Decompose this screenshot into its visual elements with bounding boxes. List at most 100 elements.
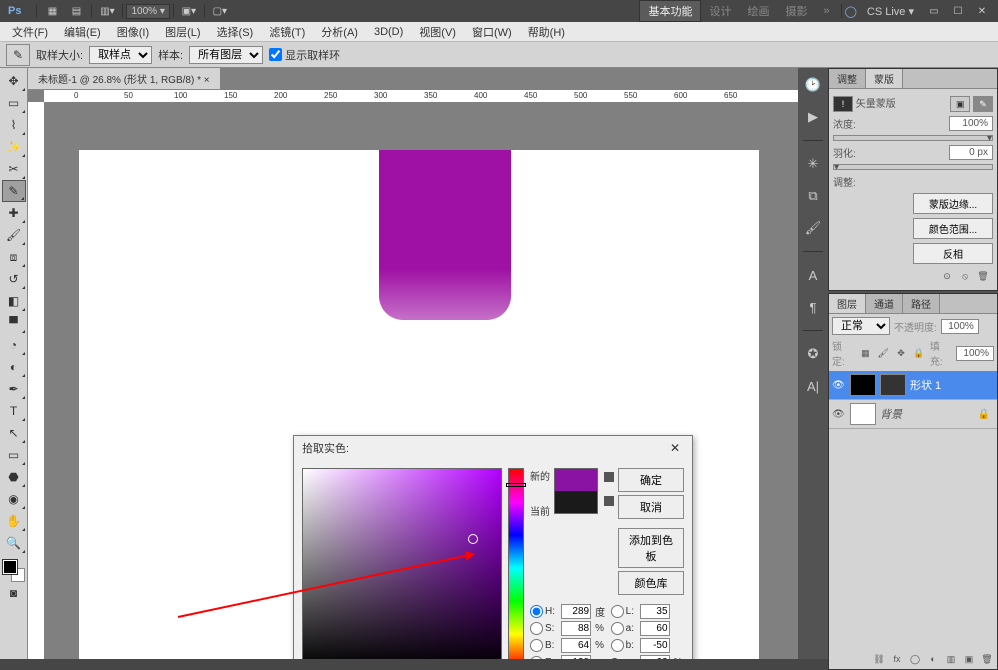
stamp-tool[interactable]: ⧈ xyxy=(2,246,26,268)
tab-adjust[interactable]: 调整 xyxy=(829,69,866,88)
3d-tool[interactable]: ⬣ xyxy=(2,466,26,488)
invert-button[interactable]: 反相 xyxy=(913,243,993,264)
layer-name-shape1[interactable]: 形状 1 xyxy=(910,377,941,393)
mask-icon[interactable]: ◯ xyxy=(908,652,922,666)
brushpreset-icon[interactable]: 🖌 xyxy=(802,217,824,239)
dodge-tool[interactable]: ◐ xyxy=(2,356,26,378)
zoom-dropdown[interactable]: 100% ▾ xyxy=(126,4,169,19)
add-swatch-button[interactable]: 添加到色板 xyxy=(618,528,684,568)
layer-row-shape1[interactable]: 👁 形状 1 xyxy=(829,371,997,400)
picker-titlebar[interactable]: 拾取实色: ✕ xyxy=(294,436,692,460)
3d-camera-tool[interactable]: ◉ xyxy=(2,488,26,510)
crop-tool[interactable]: ✂ xyxy=(2,158,26,180)
sample-from-select[interactable]: 所有图层 xyxy=(189,46,263,64)
cancel-button[interactable]: 取消 xyxy=(618,495,684,519)
tab-channels[interactable]: 通道 xyxy=(866,294,903,313)
blab-input[interactable] xyxy=(640,638,670,653)
link-icon[interactable]: ⛓ xyxy=(872,652,886,666)
l-radio[interactable]: L: xyxy=(611,605,636,618)
workspace-design-button[interactable]: 设计 xyxy=(701,1,739,21)
workspace-paint-button[interactable]: 绘画 xyxy=(739,1,777,21)
gradient-tool[interactable]: ▀ xyxy=(2,312,26,334)
saturation-field[interactable] xyxy=(302,468,502,659)
eraser-tool[interactable]: ◧ xyxy=(2,290,26,312)
s-radio[interactable]: S: xyxy=(530,622,557,635)
warn-icon-1[interactable] xyxy=(604,472,614,482)
view-extras-icon[interactable]: ▥▾ xyxy=(97,2,117,20)
window-max-icon[interactable]: ☐ xyxy=(948,2,968,20)
quickmask-tool[interactable]: ◙ xyxy=(2,582,26,604)
heal-tool[interactable]: ✚ xyxy=(2,202,26,224)
arrange-icon[interactable]: ▣▾ xyxy=(179,2,199,20)
cslive-dropdown[interactable]: CS Live ▾ xyxy=(859,3,922,20)
menu-view[interactable]: 视图(V) xyxy=(411,22,464,42)
show-ring-input[interactable] xyxy=(269,48,282,61)
feather-slider[interactable]: ▾ xyxy=(833,164,993,170)
hue-slider[interactable] xyxy=(508,468,524,659)
foreground-color-swatch[interactable] xyxy=(3,560,17,574)
warn-icon-2[interactable] xyxy=(604,496,614,506)
menu-layer[interactable]: 图层(L) xyxy=(157,22,208,42)
path-select-tool[interactable]: ↖ xyxy=(2,422,26,444)
layer-thumb-bg[interactable] xyxy=(850,403,876,425)
s-input[interactable] xyxy=(561,621,591,636)
color-range-button[interactable]: 颜色范围... xyxy=(913,218,993,239)
ok-button[interactable]: 确定 xyxy=(618,468,684,492)
lasso-tool[interactable]: ⌇ xyxy=(2,114,26,136)
density-slider[interactable]: ▾ xyxy=(833,135,993,141)
vector-mask-button[interactable]: ✎ xyxy=(973,96,993,112)
document-tab[interactable]: 未标题-1 @ 26.8% (形状 1, RGB/8) * × xyxy=(28,68,220,90)
trash-icon[interactable]: 🗑 xyxy=(980,652,994,666)
hue-cursor-icon[interactable] xyxy=(506,483,526,487)
density-value[interactable]: 100% xyxy=(949,116,993,131)
char-panel-icon[interactable]: A xyxy=(802,264,824,286)
minibridge-icon[interactable]: ▤ xyxy=(66,2,86,20)
brush-panel-icon[interactable]: ✳ xyxy=(802,153,824,175)
menu-image[interactable]: 图像(I) xyxy=(109,22,157,42)
history-brush-tool[interactable]: ↺ xyxy=(2,268,26,290)
history-panel-icon[interactable]: 🕑 xyxy=(802,74,824,96)
brush-tool[interactable]: 🖌 xyxy=(2,224,26,246)
tab-mask[interactable]: 蒙版 xyxy=(866,69,903,88)
window-min-icon[interactable]: ▭ xyxy=(924,2,944,20)
pixel-mask-button[interactable]: ▣ xyxy=(950,96,970,112)
type-tool[interactable]: T xyxy=(2,400,26,422)
lock-pos-icon[interactable]: ✥ xyxy=(894,346,908,360)
feather-value[interactable]: 0 px xyxy=(949,145,993,160)
wand-tool[interactable]: ✨ xyxy=(2,136,26,158)
h-input[interactable] xyxy=(561,604,591,619)
workspace-basic-button[interactable]: 基本功能 xyxy=(639,0,701,22)
shape-1[interactable] xyxy=(379,150,511,320)
a-input[interactable] xyxy=(640,621,670,636)
sat-cursor-icon[interactable] xyxy=(468,534,478,544)
opacity-value[interactable]: 100% xyxy=(941,319,979,334)
workspace-photo-button[interactable]: 摄影 xyxy=(777,1,815,21)
blab-radio[interactable]: b: xyxy=(611,639,636,652)
move-tool[interactable]: ✥ xyxy=(2,70,26,92)
layer-row-bg[interactable]: 👁 背景 🔒 xyxy=(829,400,997,429)
b-radio[interactable]: B: xyxy=(530,639,557,652)
h-radio[interactable]: H: xyxy=(530,605,557,618)
fill-value[interactable]: 100% xyxy=(956,346,994,361)
color-swatches[interactable] xyxy=(3,560,25,582)
eye-icon[interactable]: 👁 xyxy=(832,380,846,391)
screenmode-icon[interactable]: ▢▾ xyxy=(210,2,230,20)
layer-name-bg[interactable]: 背景 xyxy=(880,406,902,422)
pen-tool[interactable]: ✒ xyxy=(2,378,26,400)
menu-filter[interactable]: 滤镜(T) xyxy=(261,22,313,42)
hand-tool[interactable]: ✋ xyxy=(2,510,26,532)
eyedropper-tool[interactable]: ✎ xyxy=(2,180,26,202)
blend-mode-select[interactable]: 正常 xyxy=(832,317,890,335)
new-layer-icon[interactable]: ▣ xyxy=(962,652,976,666)
c-input[interactable] xyxy=(640,655,670,659)
picker-close-button[interactable]: ✕ xyxy=(666,441,684,455)
menu-select[interactable]: 选择(S) xyxy=(209,22,262,42)
mask-edge-button[interactable]: 蒙版边缘... xyxy=(913,193,993,214)
workspace-more-button[interactable]: » xyxy=(815,3,837,19)
layer-thumb-mask[interactable] xyxy=(880,374,906,396)
para-panel-icon[interactable]: ¶ xyxy=(802,296,824,318)
3d-panel-icon[interactable]: ✪ xyxy=(802,343,824,365)
lock-all-icon[interactable]: 🔒 xyxy=(912,346,926,360)
adjustment-icon[interactable]: ◐ xyxy=(926,652,940,666)
l-input[interactable] xyxy=(640,604,670,619)
